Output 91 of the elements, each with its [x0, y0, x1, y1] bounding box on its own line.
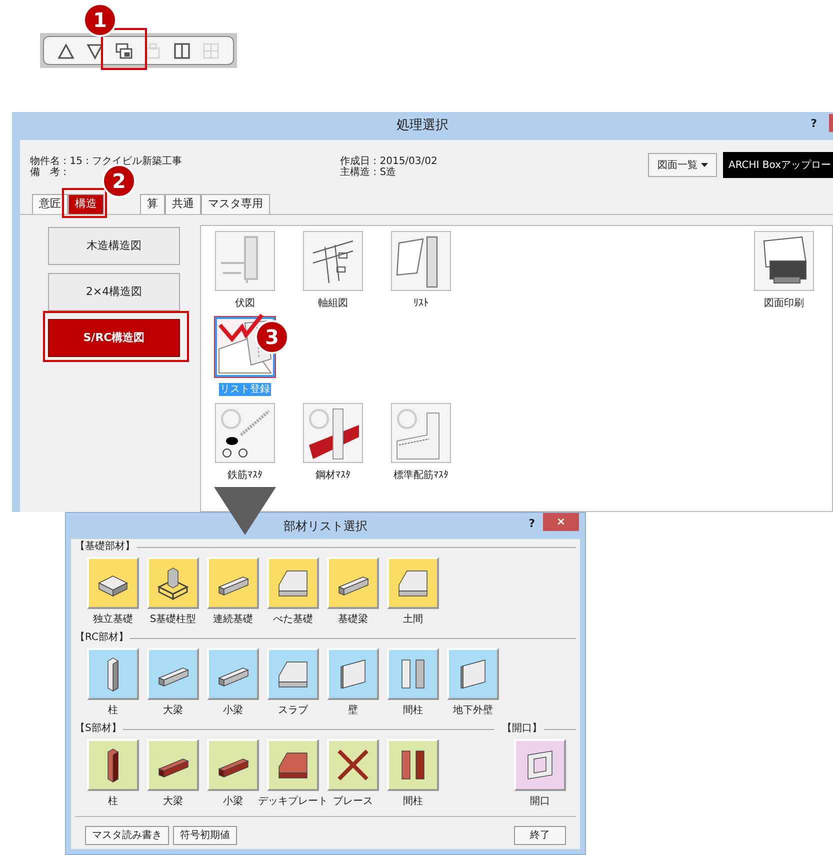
dialog-button[interactable]: マスタ読み書き	[85, 826, 169, 845]
help-button[interactable]: ?	[810, 116, 817, 132]
grid-view-icon	[202, 42, 220, 60]
document-icon	[144, 42, 162, 60]
member-label: べた基礎	[273, 614, 313, 626]
info-text: 主構造 : S造	[340, 167, 396, 178]
member-button[interactable]	[267, 739, 319, 791]
member-button[interactable]	[327, 739, 379, 791]
member-button[interactable]	[207, 739, 259, 791]
tool-button[interactable]	[754, 231, 814, 291]
member-label: 大梁	[163, 796, 183, 808]
triangle-up-icon	[56, 42, 75, 60]
tool-label: ﾘｽﾄ	[412, 297, 430, 310]
tab[interactable]: マスタ専用	[201, 194, 270, 214]
dialog-button[interactable]: 符号初期値	[173, 826, 237, 845]
member-button[interactable]	[447, 648, 499, 700]
tool-label: 図面印刷	[763, 297, 805, 310]
member-button[interactable]	[327, 557, 379, 609]
member-label: 連続基礎	[213, 614, 253, 626]
tab[interactable]: 共通	[165, 194, 201, 214]
member-label: デッキプレート	[258, 796, 328, 808]
triangle-down-icon	[86, 42, 104, 60]
member-button[interactable]	[387, 557, 439, 609]
member-label: 土間	[403, 614, 423, 626]
info-text: 備 考 :	[30, 167, 67, 178]
twin-column-icon	[401, 659, 425, 689]
tab[interactable]: 構造	[68, 194, 104, 214]
tab[interactable]: 意匠	[32, 194, 68, 214]
tool-label: 伏図	[234, 297, 256, 310]
member-button[interactable]	[387, 739, 439, 791]
member-label: ブレース	[333, 796, 373, 808]
member-label: 独立基礎	[93, 614, 133, 626]
highlight-frame	[62, 188, 107, 218]
member-label: 地下外壁	[453, 705, 493, 717]
member-label: 基礎梁	[338, 614, 368, 626]
down-arrow-icon	[214, 487, 276, 535]
split-view-icon	[173, 42, 192, 60]
column-icon	[107, 748, 119, 782]
member-label: 小梁	[223, 705, 243, 717]
list-dropdown-button[interactable]: 図面一覧	[648, 153, 718, 177]
tab[interactable]: 算	[140, 194, 165, 214]
member-label: 柱	[108, 796, 118, 808]
member-label: 大梁	[163, 705, 183, 717]
end-button[interactable]: 終了	[514, 826, 566, 845]
member-button[interactable]	[147, 739, 199, 791]
column-icon	[107, 656, 119, 692]
tool-button[interactable]	[303, 403, 363, 463]
member-button[interactable]	[207, 648, 259, 700]
close-button[interactable]: ×	[543, 513, 579, 531]
twin-column-icon	[401, 750, 425, 780]
tool-label: 軸組図	[317, 297, 349, 310]
tool-label: 標準配筋ﾏｽﾀ	[392, 469, 450, 482]
window-title: 処理選択	[396, 117, 448, 136]
group-label: 【開口】	[502, 723, 542, 735]
info-text: 作成日 : 2015/03/02	[340, 156, 438, 167]
member-button[interactable]	[387, 648, 439, 700]
tool-button[interactable]	[303, 231, 363, 291]
member-label: 小梁	[223, 796, 243, 808]
member-button[interactable]	[207, 557, 259, 609]
member-label: 壁	[348, 705, 358, 717]
member-button[interactable]	[87, 648, 139, 700]
member-button[interactable]	[327, 648, 379, 700]
caret-icon	[701, 163, 708, 167]
member-label: 間柱	[403, 796, 423, 808]
check-mark-icon	[218, 313, 264, 343]
category-button[interactable]: S/RC構造図	[48, 319, 180, 357]
tool-button[interactable]	[215, 403, 275, 463]
member-button[interactable]	[267, 648, 319, 700]
category-button[interactable]: 2×4構造図	[48, 273, 180, 311]
group-label: 【S部材】	[75, 723, 122, 735]
member-button[interactable]	[87, 739, 139, 791]
tool-label: 鉄筋ﾏｽﾀ	[226, 469, 264, 482]
category-button[interactable]: 木造構造図	[48, 227, 180, 265]
upload-button[interactable]: ARCHI Boxアップロー	[723, 152, 833, 178]
member-label: 開口	[530, 796, 550, 808]
member-label: 間柱	[403, 705, 423, 717]
tool-label: 鋼材ﾏｽﾀ	[314, 469, 352, 482]
member-label: スラブ	[278, 705, 308, 717]
member-button[interactable]	[147, 557, 199, 609]
group-label: 【RC部材】	[75, 632, 128, 644]
tool-label: リスト登録	[219, 383, 271, 396]
group-label: 【基礎部材】	[75, 541, 135, 553]
overlapping-windows-icon	[114, 42, 133, 60]
member-button[interactable]	[147, 648, 199, 700]
help-button[interactable]: ?	[528, 516, 535, 532]
member-label: S基礎柱型	[150, 614, 196, 626]
step-number: 1	[83, 3, 117, 37]
dialog-title: 部材リスト選択	[284, 518, 368, 535]
member-button[interactable]	[87, 557, 139, 609]
member-button[interactable]	[267, 557, 319, 609]
member-label: 柱	[108, 705, 118, 717]
